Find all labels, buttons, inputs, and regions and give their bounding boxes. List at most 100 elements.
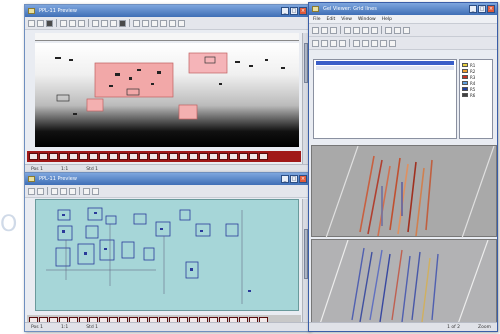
control-button[interactable] [59,153,68,160]
close-button[interactable]: × [299,175,307,183]
toolbar-button[interactable] [160,19,167,27]
control-button[interactable] [99,153,108,160]
preview-window-top-titlebar[interactable]: PPL-11 Preview _ □ × [25,5,309,17]
toolbar-button[interactable] [92,187,99,195]
minimize-button[interactable]: _ [281,175,289,183]
control-button[interactable] [179,153,188,160]
gel-image-bottom[interactable] [311,239,497,324]
toolbar-button[interactable] [151,19,158,27]
toolbar-button[interactable] [110,19,117,27]
control-button[interactable] [79,153,88,160]
toolbar-button[interactable] [178,19,185,27]
toolbar-button[interactable] [169,19,176,27]
control-button[interactable] [199,153,208,160]
toolbar-button[interactable] [371,39,378,47]
toolbar-button[interactable] [83,187,90,195]
gel-plot-bottom[interactable] [35,199,299,311]
toolbar-button[interactable] [60,187,67,195]
list-item[interactable] [316,66,454,70]
menu-window[interactable]: Window [358,17,376,22]
toolbar-button[interactable] [371,26,378,34]
menu-help[interactable]: Help [382,17,392,22]
toolbar-button[interactable] [330,39,337,47]
toolbar-button[interactable] [69,19,76,27]
control-button[interactable] [129,153,138,160]
control-button[interactable] [229,153,238,160]
toolbar-button[interactable] [142,19,149,27]
band [397,163,409,235]
menu-edit[interactable]: Edit [327,17,336,22]
control-button[interactable] [69,153,78,160]
toolbar-button[interactable] [119,19,126,27]
list-item[interactable] [316,61,454,65]
close-button[interactable]: × [299,7,307,15]
minimize-button[interactable]: _ [281,7,289,15]
toolbar-button[interactable] [92,19,99,27]
toolbar-button[interactable] [339,39,346,47]
gel-viewer-window[interactable]: Gel Viewer: Grid lines _ □ × File Edit V… [308,2,498,332]
maximize-button[interactable]: □ [478,5,486,13]
toolbar-button[interactable] [312,26,319,34]
preview-window-top[interactable]: PPL-11 Preview _ □ × Pos 1 1:1 Std 1 [24,4,310,174]
toolbar-button[interactable] [330,26,337,34]
maximize-button[interactable]: □ [290,7,298,15]
control-button[interactable] [219,153,228,160]
toolbar-button[interactable] [380,39,387,47]
preview-window-bottom-titlebar[interactable]: PPL-11 Preview _ □ × [25,173,309,185]
control-button[interactable] [39,153,48,160]
control-button[interactable] [149,153,158,160]
toolbar-button[interactable] [353,39,360,47]
toolbar-button[interactable] [385,26,392,34]
toolbar-button[interactable] [403,26,410,34]
control-button[interactable] [169,153,178,160]
toolbar-button[interactable] [69,187,76,195]
toolbar-button[interactable] [46,19,53,27]
lane-list[interactable] [313,59,457,139]
control-button[interactable] [109,153,118,160]
menu-file[interactable]: File [313,17,321,22]
control-button[interactable] [139,153,148,160]
window-title: Gel Viewer: Grid lines [323,6,377,12]
toolbar-button[interactable] [37,19,44,27]
toolbar-button[interactable] [362,39,369,47]
lane-edge [461,146,495,238]
toolbar-button[interactable] [101,19,108,27]
control-button[interactable] [259,153,268,160]
control-button[interactable] [159,153,168,160]
toolbar-button[interactable] [78,19,85,27]
close-button[interactable]: × [487,5,495,13]
toolbar-button[interactable] [28,19,35,27]
menu-view[interactable]: View [341,17,352,22]
toolbar-button[interactable] [362,26,369,34]
control-button[interactable] [49,153,58,160]
minimize-button[interactable]: _ [469,5,477,13]
status-text: 1:1 [60,324,69,330]
toolbar-button[interactable] [394,26,401,34]
toolbar-button[interactable] [28,187,35,195]
toolbar-button[interactable] [312,39,319,47]
toolbar-button[interactable] [321,26,328,34]
control-button[interactable] [209,153,218,160]
control-button[interactable] [119,153,128,160]
toolbar-button[interactable] [37,187,44,195]
gel-plot-top[interactable] [35,43,299,147]
gel-viewer-titlebar[interactable]: Gel Viewer: Grid lines _ □ × [309,3,497,15]
control-button[interactable] [89,153,98,160]
lane-edge [325,146,359,238]
gel-image-top[interactable] [311,145,497,238]
toolbar-button[interactable] [353,26,360,34]
preview-window-bottom[interactable]: PPL-11 Preview _ □ × Pos 1 1:1 Std 1 [24,172,310,332]
maximize-button[interactable]: □ [290,175,298,183]
control-button[interactable] [189,153,198,160]
toolbar-button[interactable] [344,26,351,34]
app-icon [28,176,35,182]
toolbar-button[interactable] [51,187,58,195]
control-button[interactable] [29,153,38,160]
control-button[interactable] [239,153,248,160]
toolbar-button[interactable] [60,19,67,27]
toolbar-button[interactable] [321,39,328,47]
toolbar-button[interactable] [389,39,396,47]
toolbar-separator [47,187,48,195]
toolbar-button[interactable] [133,19,140,27]
control-button[interactable] [249,153,258,160]
